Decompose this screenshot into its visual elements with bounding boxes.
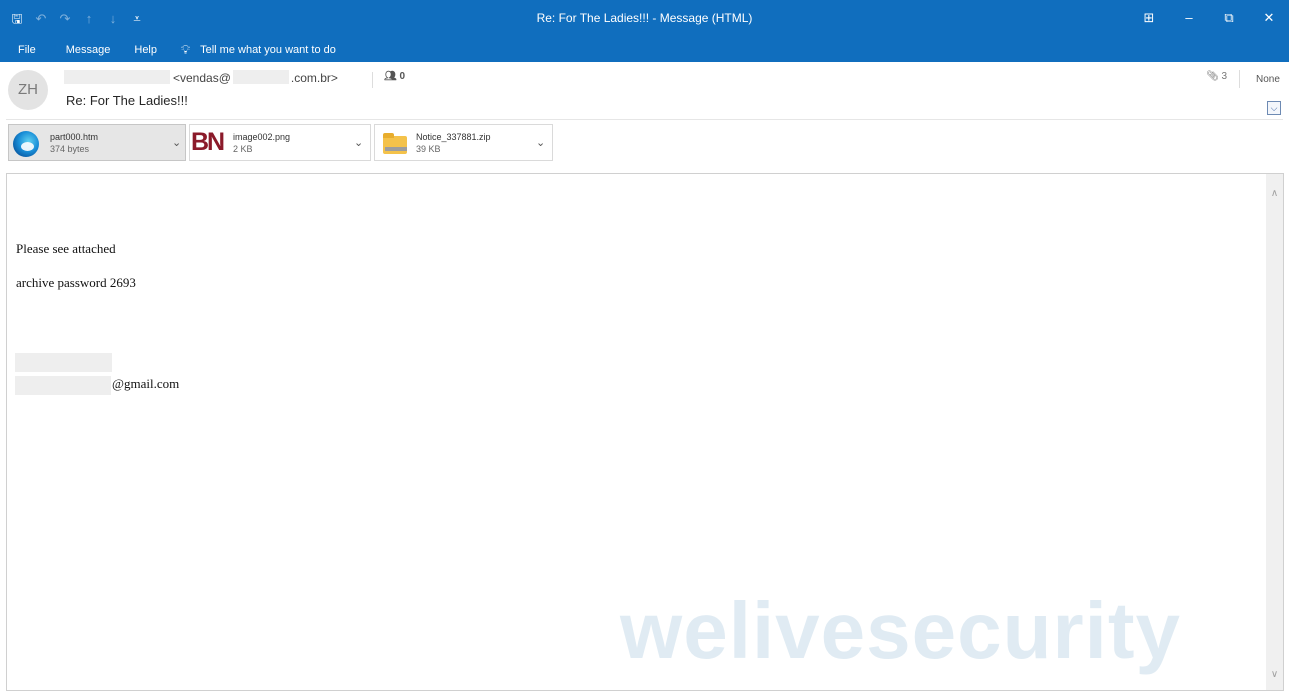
scroll-down-icon[interactable]: ∨	[1266, 669, 1283, 680]
sender-email[interactable]: <vendas@ .com.br>	[173, 70, 338, 85]
chevron-down-icon[interactable]: ⌄	[536, 136, 545, 149]
attachment-name: image002.png	[233, 132, 291, 142]
attachment-name: part000.htm	[50, 132, 99, 142]
vertical-scrollbar[interactable]: ∧ ∨	[1266, 174, 1283, 690]
redacted-sender-domain	[232, 70, 289, 84]
sender-email-suffix: .com.br>	[290, 71, 338, 85]
welivesecurity-watermark: welivesecurity	[620, 586, 1181, 675]
bn-image-icon: BN	[191, 128, 225, 156]
tell-me-placeholder: Tell me what you want to do	[200, 44, 336, 56]
redacted-signature-email	[15, 376, 111, 395]
window-title: Re: For The Ladies!!! - Message (HTML)	[536, 11, 753, 25]
attachment-image002[interactable]: BN image002.png 2 KB ⌄	[189, 124, 371, 161]
header-separator	[6, 119, 1283, 120]
tab-help[interactable]: Help	[134, 38, 157, 62]
people-icon: 👥︎	[384, 71, 397, 82]
attachment-count-value: 3	[1221, 71, 1228, 82]
signature-email-suffix: @gmail.com	[112, 376, 180, 391]
chevron-down-icon[interactable]: ⌄	[354, 136, 363, 149]
title-bar: 🖫 ↶ ↷ ↑ ↓ ⩡ Re: For The Ladies!!! - Mess…	[0, 0, 1289, 38]
ribbon-tabs: File Message Help 💡︎ Tell me what you wa…	[0, 38, 1289, 62]
tell-me-search[interactable]: 💡︎ Tell me what you want to do	[181, 42, 336, 58]
avatar[interactable]: ZH	[8, 70, 48, 110]
attachment-part000[interactable]: part000.htm 374 bytes ⌄	[8, 124, 186, 161]
body-line: archive password 2693	[16, 275, 136, 290]
chevron-down-icon[interactable]: ⌄	[172, 136, 181, 149]
redacted-sender-name	[64, 70, 170, 84]
edge-icon	[13, 131, 39, 157]
attachment-notice-zip[interactable]: Notice_337881.zip 39 KB ⌄	[374, 124, 553, 161]
attachment-size: 2 KB	[233, 144, 253, 154]
paperclip-icon: 📎︎	[1206, 71, 1219, 82]
attachment-count[interactable]: 📎︎ 3	[1206, 71, 1227, 82]
expand-header-button[interactable]: ⌵	[1267, 101, 1281, 115]
close-button[interactable]: ✕	[1249, 0, 1289, 38]
restore-button[interactable]: ⧉	[1209, 0, 1249, 38]
redacted-signature-name	[15, 353, 112, 372]
sender-email-prefix: <vendas@	[173, 71, 231, 85]
lightbulb-icon: 💡︎	[181, 42, 191, 57]
scroll-up-icon[interactable]: ∧	[1266, 188, 1283, 199]
people-button[interactable]: 👥︎ 0	[384, 71, 405, 82]
attachment-name: Notice_337881.zip	[416, 132, 491, 142]
people-count: 0	[399, 71, 406, 82]
tab-file[interactable]: File	[18, 38, 36, 62]
chevron-down-icon: ⌵	[1270, 103, 1278, 113]
zip-folder-icon	[383, 133, 407, 154]
attachment-size: 39 KB	[416, 144, 441, 154]
sensitivity-label: None	[1256, 74, 1280, 85]
minimize-button[interactable]: –	[1169, 0, 1209, 38]
window-controls: ⊞ – ⧉ ✕	[1129, 0, 1289, 38]
header-divider	[1239, 70, 1240, 88]
body-line: Please see attached	[16, 241, 116, 256]
message-subject: Re: For The Ladies!!!	[66, 93, 188, 108]
ribbon-display-options-icon[interactable]: ⊞	[1129, 0, 1169, 38]
attachment-size: 374 bytes	[50, 144, 90, 154]
header-divider	[372, 72, 373, 88]
tab-message[interactable]: Message	[66, 38, 111, 62]
